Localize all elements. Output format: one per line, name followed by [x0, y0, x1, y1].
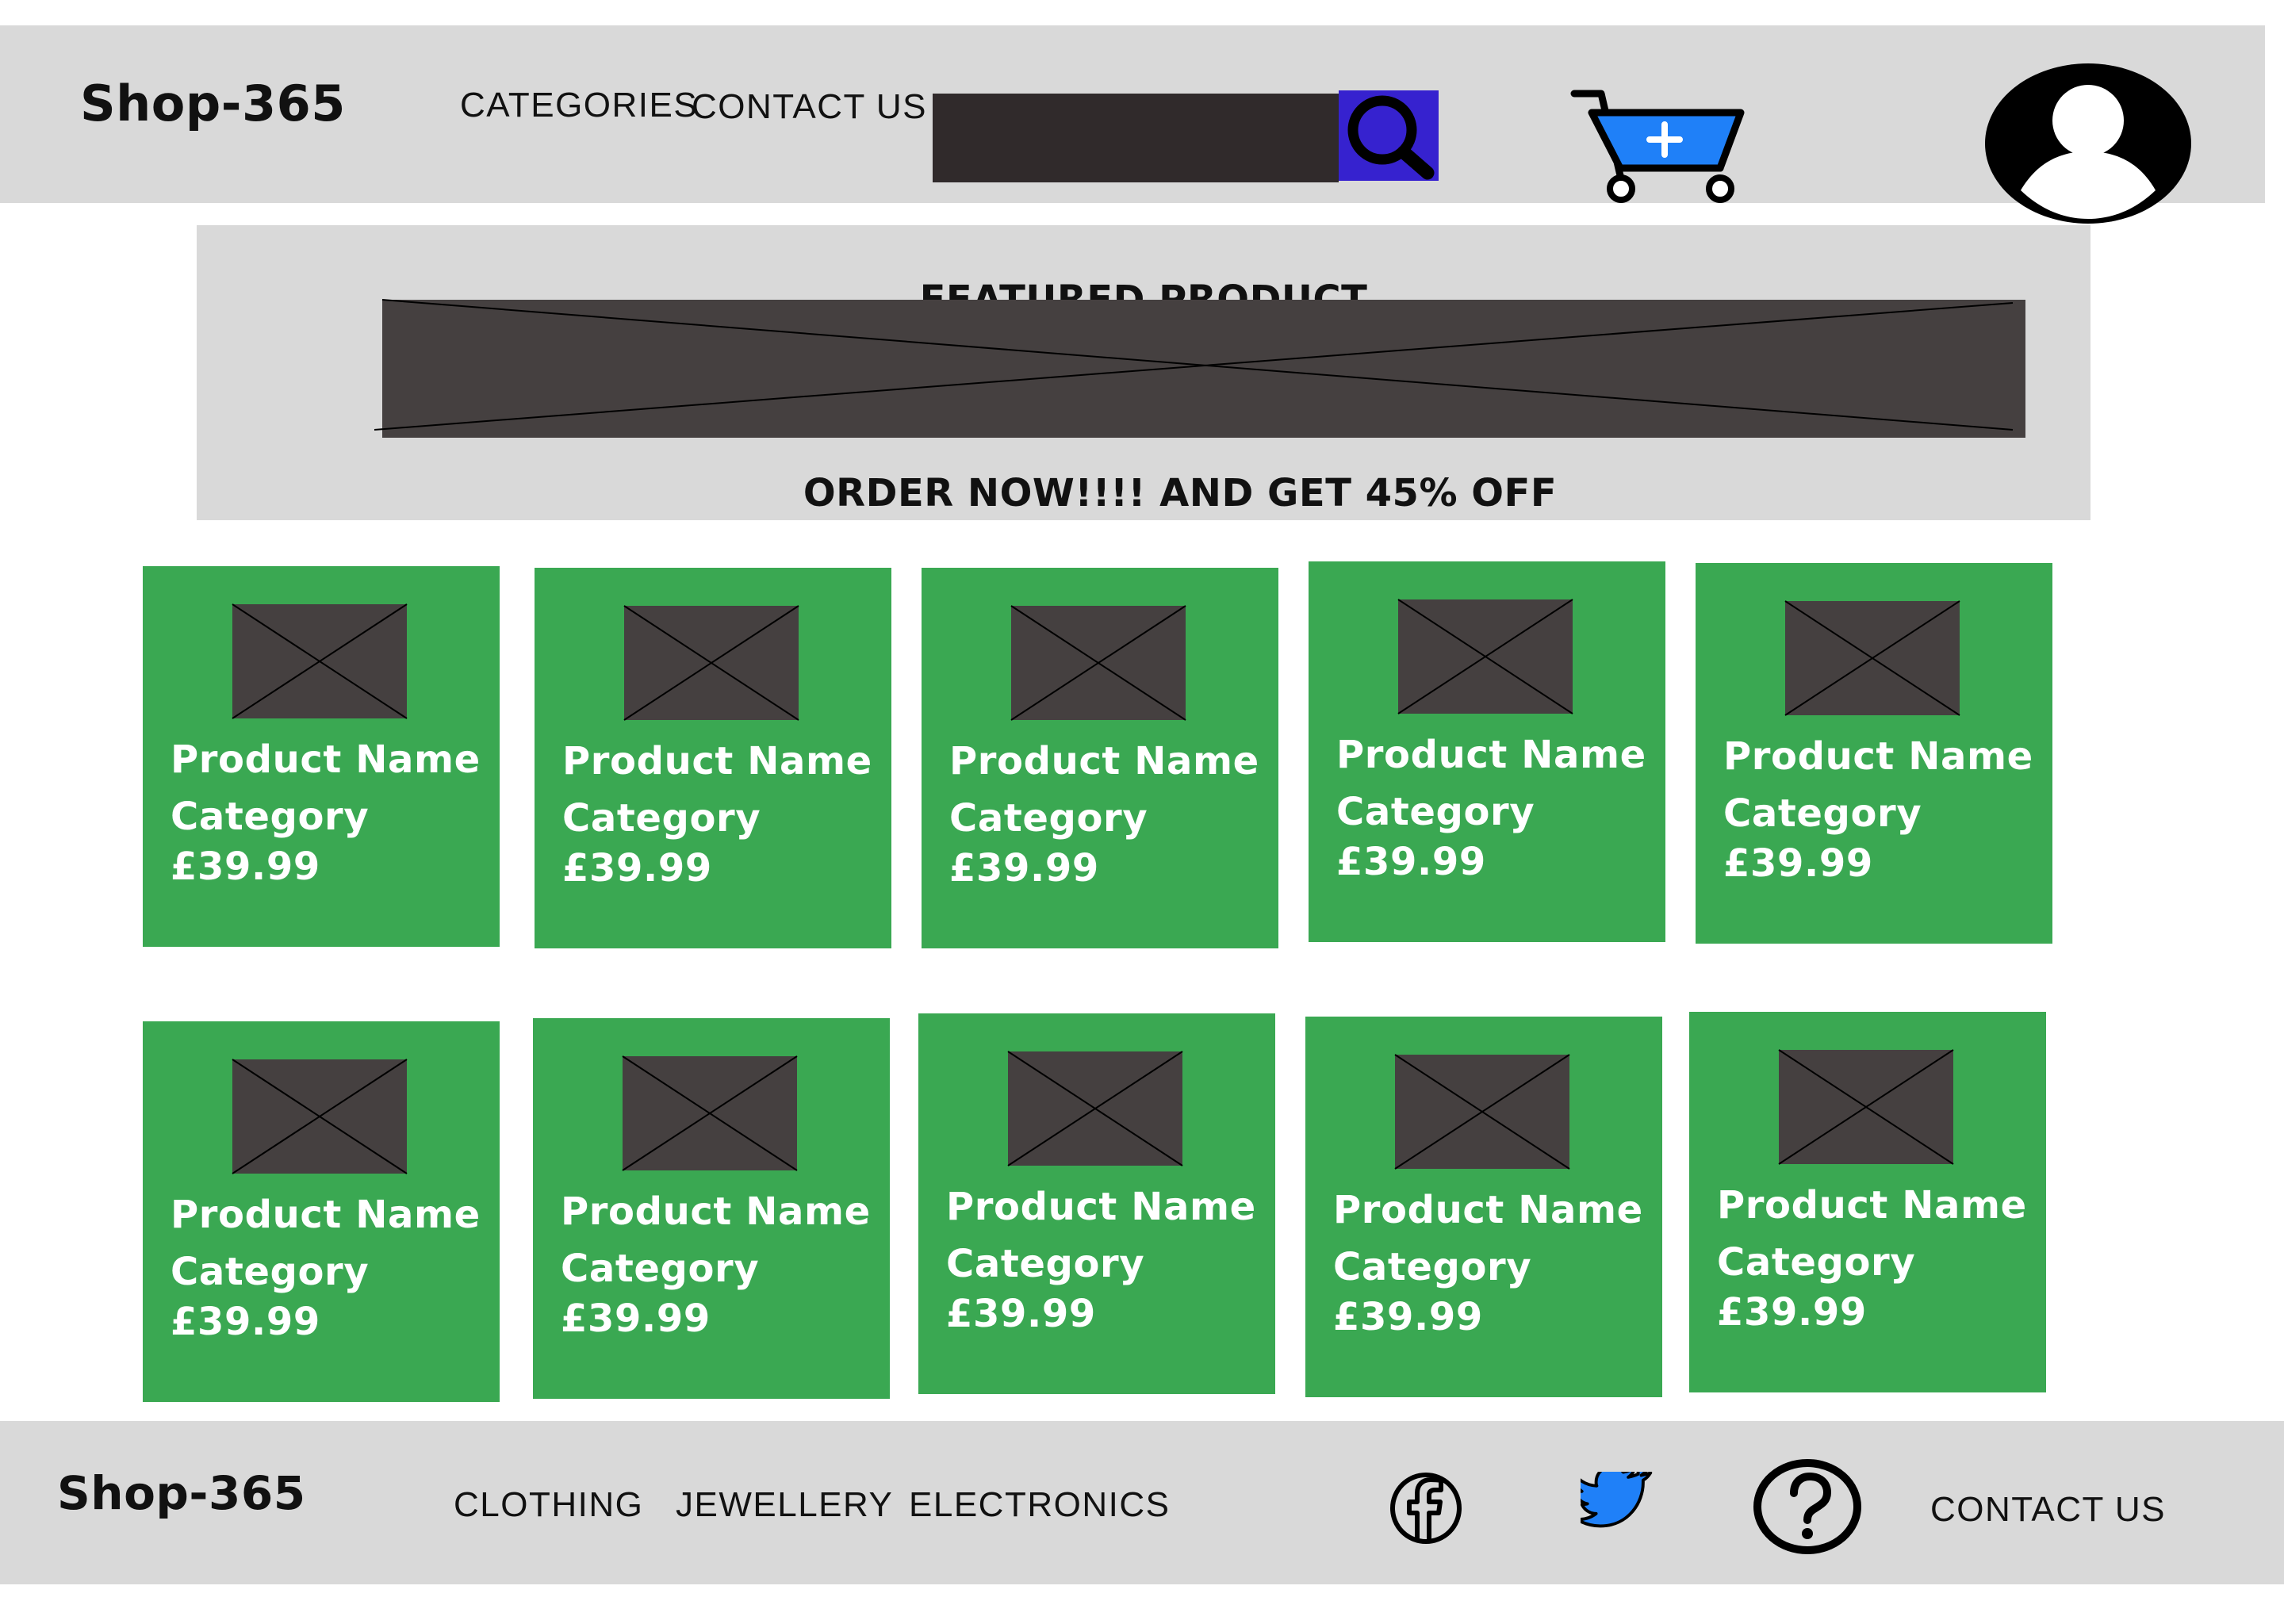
contact-us-link[interactable]: CONTACT US: [692, 90, 927, 124]
product-image: [1397, 599, 1573, 714]
product-price: £39.99: [1717, 1290, 1867, 1335]
product-price: £39.99: [1336, 840, 1486, 884]
image-placeholder-icon: [232, 1059, 408, 1174]
product-name: Product Name: [171, 1193, 481, 1237]
product-image: [1394, 1054, 1570, 1170]
footer-jewellery-link[interactable]: JEWELLERY: [676, 1488, 893, 1522]
footer-contact-us-link[interactable]: CONTACT US: [1930, 1492, 2166, 1527]
product-card[interactable]: Product Name Category £39.99: [533, 1018, 890, 1399]
product-card[interactable]: Product Name Category £39.99: [1689, 1012, 2046, 1392]
search-icon: [1347, 95, 1435, 180]
categories-link[interactable]: CATEGORIES: [460, 88, 698, 123]
image-placeholder-icon: [374, 299, 2014, 431]
product-name: Product Name: [561, 1189, 871, 1234]
search-input[interactable]: [933, 94, 1339, 182]
product-image: [1784, 600, 1960, 716]
help-button[interactable]: [1752, 1457, 1863, 1556]
product-card[interactable]: Product Name Category £39.99: [1309, 561, 1665, 942]
product-card[interactable]: Product Name Category £39.99: [918, 1013, 1275, 1394]
product-price: £39.99: [562, 846, 712, 891]
cart-button[interactable]: [1570, 86, 1749, 205]
product-name: Product Name: [946, 1185, 1256, 1229]
footer-shop-logo[interactable]: Shop-365: [57, 1470, 306, 1516]
profile-button[interactable]: [1985, 63, 2191, 224]
featured-offer-text: ORDER NOW!!!! AND GET 45% OFF: [803, 471, 1558, 515]
product-image: [1007, 1051, 1183, 1166]
product-price: £39.99: [1333, 1295, 1483, 1339]
product-category: Category: [171, 1250, 370, 1294]
footer-clothing-link[interactable]: CLOTHING: [454, 1488, 643, 1522]
product-name: Product Name: [562, 739, 872, 783]
featured-product-image[interactable]: [374, 299, 2025, 438]
product-card[interactable]: Product Name Category £39.99: [1305, 1017, 1662, 1397]
product-name: Product Name: [949, 739, 1259, 783]
product-card[interactable]: Product Name Category £39.99: [143, 566, 500, 947]
product-price: £39.99: [946, 1292, 1096, 1336]
product-card[interactable]: Product Name Category £39.99: [143, 1021, 500, 1402]
image-placeholder-icon: [1397, 599, 1573, 714]
product-price: £39.99: [1723, 841, 1873, 886]
product-category: Category: [949, 796, 1148, 841]
product-category: Category: [1717, 1240, 1916, 1285]
top-navigation-bar: Shop-365 CATEGORIES CONTACT US: [0, 25, 2265, 224]
image-placeholder-icon: [1778, 1049, 1954, 1165]
image-placeholder-icon: [1010, 605, 1186, 721]
featured-product-banner: FEATURED PRODUCT ORDER NOW!!!! AND GET 4…: [197, 225, 2090, 520]
search-button[interactable]: [1339, 90, 1439, 181]
product-image: [1010, 605, 1186, 721]
image-placeholder-icon: [1784, 600, 1960, 716]
user-profile-icon: [1985, 63, 2191, 224]
product-category: Category: [561, 1247, 760, 1291]
product-image: [1778, 1049, 1954, 1165]
shopping-home-page: Shop-365 CATEGORIES CONTACT US ORDER NOW…: [0, 0, 2284, 1624]
footer-bar: Shop-365 CLOTHING JEWELLERY ELECTRONICS …: [0, 1421, 2284, 1584]
product-price: £39.99: [561, 1297, 711, 1341]
product-category: Category: [1333, 1245, 1532, 1289]
add-to-cart-icon: [1570, 90, 1745, 203]
product-image: [232, 1059, 408, 1174]
product-name: Product Name: [1717, 1183, 2027, 1228]
product-category: Category: [1336, 790, 1535, 834]
product-image: [623, 605, 799, 721]
image-placeholder-icon: [622, 1055, 798, 1171]
help-icon: [1753, 1459, 1861, 1554]
product-category: Category: [946, 1242, 1145, 1286]
product-price: £39.99: [171, 845, 320, 889]
shop-logo[interactable]: Shop-365: [80, 79, 346, 128]
product-image: [232, 603, 408, 719]
twitter-button[interactable]: [1581, 1472, 1657, 1540]
product-name: Product Name: [1333, 1188, 1643, 1232]
product-price: £39.99: [949, 846, 1099, 891]
product-name: Product Name: [1336, 733, 1646, 777]
product-category: Category: [1723, 791, 1922, 836]
image-placeholder-icon: [232, 603, 408, 719]
product-card[interactable]: Product Name Category £39.99: [535, 568, 891, 948]
facebook-icon: [1390, 1473, 1462, 1544]
product-card[interactable]: Product Name Category £39.99: [922, 568, 1278, 948]
twitter-icon: [1581, 1472, 1653, 1528]
footer-electronics-link[interactable]: ELECTRONICS: [909, 1488, 1170, 1522]
product-category: Category: [562, 796, 761, 841]
image-placeholder-icon: [623, 605, 799, 721]
product-category: Category: [171, 795, 370, 839]
image-placeholder-icon: [1394, 1054, 1570, 1170]
product-card[interactable]: Product Name Category £39.99: [1696, 563, 2052, 944]
product-name: Product Name: [171, 737, 481, 782]
image-placeholder-icon: [1007, 1051, 1183, 1166]
product-price: £39.99: [171, 1300, 320, 1344]
product-name: Product Name: [1723, 734, 2033, 779]
product-image: [622, 1055, 798, 1171]
facebook-button[interactable]: [1388, 1470, 1464, 1546]
